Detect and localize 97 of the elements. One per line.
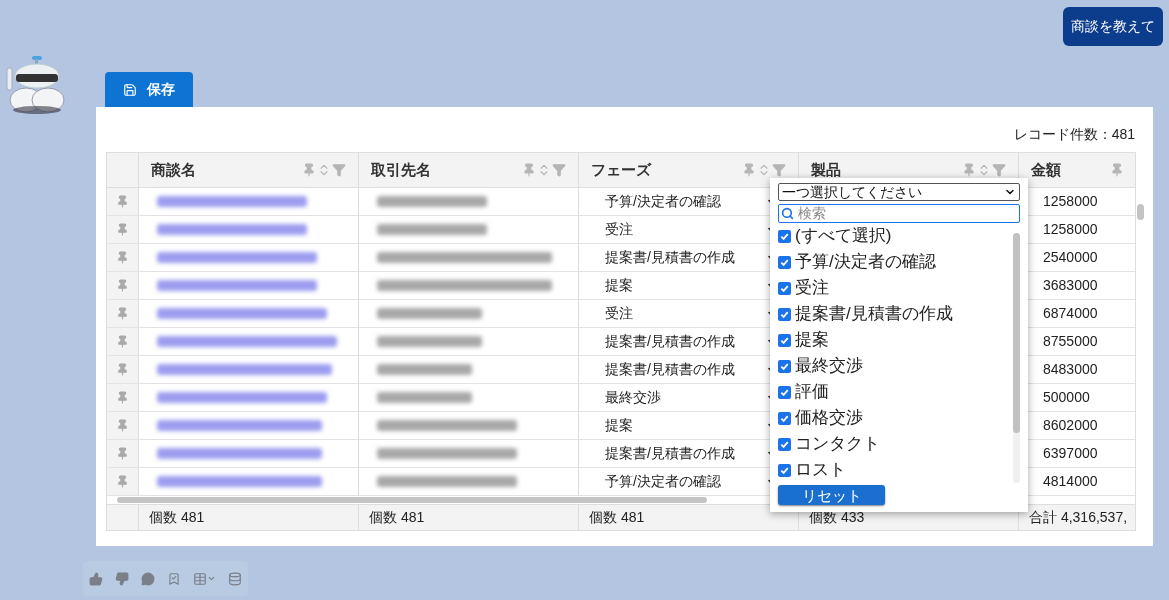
- filter-icon[interactable]: [332, 163, 346, 177]
- footer-cell-text: 合計 4,316,537,: [1029, 508, 1128, 527]
- sort-icon[interactable]: [757, 163, 771, 177]
- checkbox[interactable]: [778, 463, 791, 477]
- footer-cell-text: 個数 433: [809, 508, 865, 527]
- filter-option[interactable]: 最終交渉: [778, 353, 1013, 379]
- checkbox[interactable]: [778, 281, 791, 295]
- record-count: レコード件数：481: [1013, 125, 1135, 144]
- popup-scrollbar[interactable]: [1013, 233, 1020, 433]
- footer-cell-text: 個数 481: [589, 508, 645, 527]
- column-header[interactable]: 取引先名: [359, 153, 579, 187]
- bookmark-icon[interactable]: [167, 571, 181, 586]
- filter-option[interactable]: 予算/決定者の確認: [778, 249, 1013, 275]
- thumbs-up-icon[interactable]: [89, 571, 103, 586]
- check-icon: [780, 361, 789, 371]
- check-icon: [780, 465, 789, 475]
- filter-icon[interactable]: [772, 163, 786, 177]
- blurred-link[interactable]: [157, 252, 317, 263]
- table-cell-text: 8755000: [1043, 332, 1098, 351]
- thumbs-down-icon[interactable]: [115, 571, 129, 586]
- blurred-link[interactable]: [157, 364, 332, 375]
- select-field[interactable]: 一つ選択してください: [778, 183, 1020, 201]
- pin-icon[interactable]: [116, 251, 129, 264]
- blurred-link[interactable]: [157, 420, 322, 431]
- search-icon: [781, 207, 794, 220]
- filter-option[interactable]: 提案書/見積書の作成: [778, 301, 1013, 327]
- reset-button[interactable]: リセット: [778, 485, 885, 505]
- table-cell-text: 2540000: [1043, 248, 1098, 267]
- filter-icon[interactable]: [552, 163, 566, 177]
- checkbox[interactable]: [778, 333, 791, 347]
- table-cell-text: 1258000: [1043, 192, 1098, 211]
- blurred-link[interactable]: [157, 224, 307, 235]
- table-cell-text: 6397000: [1043, 444, 1098, 463]
- blurred-link[interactable]: [157, 308, 327, 319]
- pin-icon[interactable]: [1110, 163, 1124, 177]
- check-icon: [780, 283, 789, 293]
- blurred-link[interactable]: [157, 392, 327, 403]
- check-icon: [780, 413, 789, 423]
- table-menu-icon[interactable]: [193, 571, 216, 586]
- pin-icon[interactable]: [116, 419, 129, 432]
- blurred-link[interactable]: [157, 476, 322, 487]
- pin-icon[interactable]: [116, 391, 129, 404]
- pin-icon[interactable]: [116, 363, 129, 376]
- footer-cell-text: 個数 481: [369, 508, 425, 527]
- save-button[interactable]: 保存: [105, 72, 193, 107]
- checkbox[interactable]: [778, 255, 791, 269]
- pin-icon[interactable]: [116, 307, 129, 320]
- footer-cell-text: 個数 481: [149, 508, 205, 527]
- blurred-link[interactable]: [157, 196, 307, 207]
- pin-icon[interactable]: [116, 279, 129, 292]
- save-icon: [123, 82, 137, 97]
- filter-icon[interactable]: [992, 163, 1006, 177]
- checkbox[interactable]: [778, 385, 791, 399]
- filter-option[interactable]: 提案: [778, 327, 1013, 353]
- column-header[interactable]: 商談名: [139, 153, 359, 187]
- checkbox[interactable]: [778, 307, 791, 321]
- check-icon: [780, 257, 789, 267]
- filter-option[interactable]: 受注: [778, 275, 1013, 301]
- check-icon: [780, 231, 789, 241]
- pin-icon[interactable]: [742, 163, 756, 177]
- table-cell-text: 500000: [1043, 388, 1090, 407]
- table-cell-text: 1258000: [1043, 220, 1098, 239]
- table-cell-text: 8483000: [1043, 360, 1098, 379]
- checkbox[interactable]: [778, 359, 791, 373]
- filter-option[interactable]: コンタクト: [778, 431, 1013, 457]
- check-icon: [780, 439, 789, 449]
- blurred-link[interactable]: [157, 448, 322, 459]
- filter-option[interactable]: ロスト: [778, 457, 1013, 483]
- pin-icon[interactable]: [962, 163, 976, 177]
- chat-bubble-icon[interactable]: [141, 571, 155, 586]
- vertical-scrollbar[interactable]: [1137, 204, 1144, 220]
- checkbox[interactable]: [778, 437, 791, 451]
- database-icon[interactable]: [228, 571, 242, 586]
- table-cell-text: 8602000: [1043, 416, 1098, 435]
- pin-icon[interactable]: [116, 223, 129, 236]
- check-icon: [780, 309, 789, 319]
- pin-icon[interactable]: [116, 475, 129, 488]
- table-cell-text: 3683000: [1043, 276, 1098, 295]
- blurred-link[interactable]: [157, 336, 337, 347]
- filter-option[interactable]: 価格交渉: [778, 405, 1013, 431]
- table-cell-text: 6874000: [1043, 304, 1098, 323]
- pin-icon[interactable]: [116, 335, 129, 348]
- pin-icon[interactable]: [522, 163, 536, 177]
- filter-option[interactable]: 評価: [778, 379, 1013, 405]
- check-icon: [780, 335, 789, 345]
- checkbox[interactable]: [778, 229, 791, 243]
- teach-deal-button[interactable]: 商談を教えて: [1063, 7, 1163, 46]
- horizontal-scrollbar[interactable]: [117, 497, 707, 503]
- pin-icon[interactable]: [116, 447, 129, 460]
- pin-icon[interactable]: [302, 163, 316, 177]
- check-icon: [780, 387, 789, 397]
- table-cell-text: 4814000: [1043, 472, 1098, 491]
- blurred-link[interactable]: [157, 280, 317, 291]
- search-field[interactable]: 検索: [778, 204, 1020, 223]
- checkbox[interactable]: [778, 411, 791, 425]
- pin-icon[interactable]: [116, 195, 129, 208]
- filter-option[interactable]: (すべて選択): [778, 223, 1013, 249]
